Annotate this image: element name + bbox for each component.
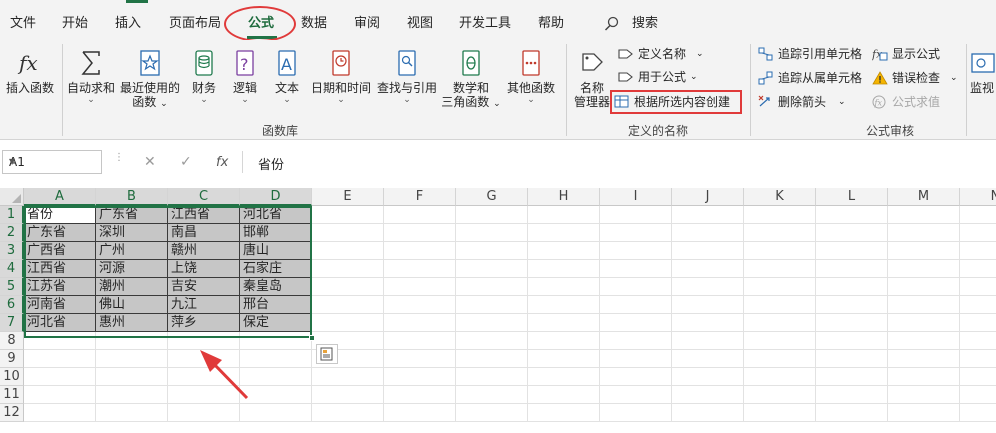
annotation-arrow-shaft xyxy=(210,360,249,400)
annotation-overlay xyxy=(200,350,249,400)
